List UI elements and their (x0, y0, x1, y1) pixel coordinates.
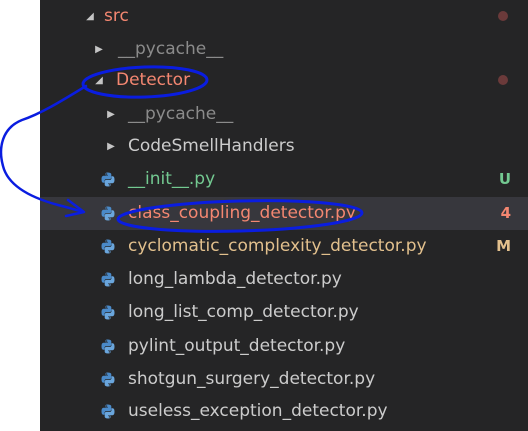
folder-label: __pycache__ (118, 39, 224, 59)
git-status-badge: M (496, 237, 511, 255)
problem-count-badge: 4 (500, 204, 511, 222)
file-row[interactable]: useless_exception_detector.py (40, 395, 528, 428)
python-icon (101, 206, 115, 221)
triangle-right-icon[interactable]: ▶ (104, 98, 118, 131)
file-label: class_coupling_detector.py (128, 203, 356, 223)
file-row[interactable]: long_list_comp_detector.py (40, 296, 528, 329)
python-icon (101, 172, 115, 187)
dot-icon (498, 75, 508, 85)
file-row[interactable]: cyclomatic_complexity_detector.py M (40, 230, 528, 263)
triangle-right-icon[interactable]: ▶ (104, 130, 118, 163)
file-label: shotgun_surgery_detector.py (128, 369, 376, 389)
folder-pycache[interactable]: ▶ __pycache__ (40, 98, 528, 131)
triangle-down-icon[interactable]: ◢ (83, 0, 97, 33)
file-row[interactable]: class_coupling_detector.py 4 (40, 197, 528, 230)
python-icon (101, 372, 115, 387)
folder-detector[interactable]: ◢ Detector (40, 64, 528, 97)
folder-label: __pycache__ (128, 104, 234, 124)
file-label: long_list_comp_detector.py (128, 302, 359, 322)
file-row[interactable]: pylint_output_detector.py (40, 330, 528, 363)
file-label: __init__.py (128, 169, 216, 189)
triangle-down-icon[interactable]: ◢ (92, 64, 106, 97)
folder-label: CodeSmellHandlers (128, 136, 295, 156)
python-icon (101, 305, 115, 320)
file-label: long_lambda_detector.py (128, 269, 342, 289)
file-row[interactable]: __init__.py U (40, 163, 528, 196)
python-icon (101, 404, 115, 419)
python-icon (101, 272, 115, 287)
dot-icon (498, 11, 508, 21)
file-label: cyclomatic_complexity_detector.py (128, 236, 427, 256)
file-row[interactable]: long_lambda_detector.py (40, 263, 528, 296)
file-row[interactable]: shotgun_surgery_detector.py (40, 363, 528, 396)
file-label: pylint_output_detector.py (128, 336, 346, 356)
folder-label: src (104, 6, 129, 26)
triangle-right-icon[interactable]: ▶ (92, 33, 106, 66)
folder-codesmellhandlers[interactable]: ▶ CodeSmellHandlers (40, 130, 528, 163)
folder-label: Detector (116, 70, 191, 90)
file-label: useless_exception_detector.py (128, 401, 388, 421)
git-status-badge: U (498, 170, 511, 188)
file-explorer: ◢ src ▶ __pycache__ ◢ Detector ▶ __pycac… (40, 0, 528, 431)
python-icon (101, 239, 115, 254)
folder-src[interactable]: ◢ src (40, 0, 528, 33)
folder-pycache[interactable]: ▶ __pycache__ (40, 33, 528, 66)
python-icon (101, 339, 115, 354)
